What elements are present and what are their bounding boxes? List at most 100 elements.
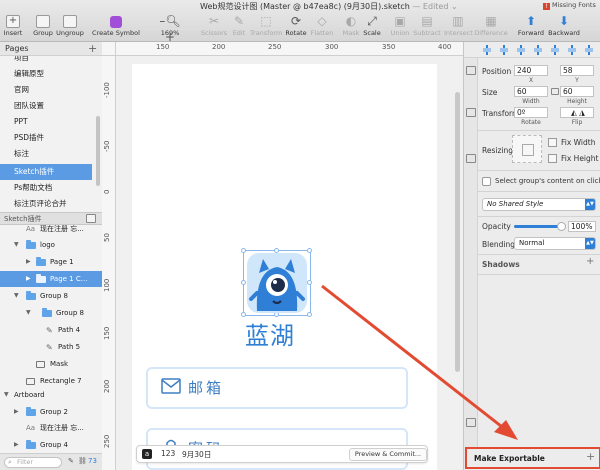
align-left-icon[interactable]	[482, 45, 492, 55]
layer-row[interactable]: ▼ Artboard	[0, 387, 102, 403]
distribute-icon[interactable]	[584, 45, 594, 55]
fix-width-icon[interactable]	[548, 138, 557, 147]
opacity-field[interactable]: 100%	[568, 221, 596, 232]
shared-style-select[interactable]: No Shared Style ▲▼	[482, 198, 596, 211]
fix-height-label[interactable]: Fix Height	[561, 154, 598, 163]
disclosure-down-icon[interactable]: ▼	[26, 305, 31, 321]
add-export-button[interactable]: +	[586, 450, 595, 463]
y-field[interactable]: 58	[560, 65, 594, 76]
layer-row[interactable]: ▼ logo	[0, 237, 102, 253]
page-item[interactable]: 团队设置	[0, 98, 92, 114]
edit-button[interactable]: ✎ Edit	[230, 13, 248, 41]
disclosure-down-icon[interactable]: ▼	[4, 387, 9, 403]
canvas-vertical-scrollbar[interactable]	[455, 82, 460, 382]
layer-row[interactable]: ▼ Group 8	[0, 305, 102, 321]
layer-row-selected[interactable]: ▶ Page 1 C...	[0, 271, 102, 287]
zoom-control[interactable]: –🔍︎+ 169%	[157, 13, 183, 44]
disclosure-down-icon[interactable]: ▼	[14, 237, 19, 253]
lock-ratio-icon[interactable]	[551, 88, 559, 95]
intersect-button[interactable]: ▥ Intersect	[444, 13, 473, 41]
blending-select[interactable]: Normal ▲▼	[514, 237, 596, 250]
align-top-icon[interactable]	[533, 45, 543, 55]
align-right-icon[interactable]	[516, 45, 526, 55]
rotate-field[interactable]: 0º	[514, 107, 548, 118]
select-group-content-label[interactable]: Select group's content on click	[495, 177, 600, 185]
add-page-button[interactable]: +	[88, 42, 97, 55]
ruler-horizontal[interactable]: 150 200 250 300 350 400	[116, 42, 463, 56]
align-bottom-icon[interactable]	[567, 45, 577, 55]
resizing-control[interactable]	[512, 135, 542, 163]
disclosure-right-icon[interactable]: ▶	[14, 437, 19, 453]
flip-buttons[interactable]: ◭ ◮	[560, 107, 594, 118]
rotate-button[interactable]: ⟳ Rotate	[285, 13, 307, 41]
scrollbar-thumb[interactable]	[455, 92, 460, 372]
lanhu-monster-logo[interactable]	[245, 251, 309, 315]
create-symbol-button[interactable]: Create Symbol	[92, 13, 140, 41]
layer-row[interactable]: Aa 现在注册 忘...	[0, 420, 102, 436]
forward-button[interactable]: ⬆ Forward	[516, 13, 546, 41]
layer-row[interactable]: ▶ Page 1	[0, 254, 102, 270]
mail-icon	[161, 378, 181, 394]
filter-input[interactable]: ⌕ Filter	[4, 457, 62, 468]
disclosure-down-icon[interactable]: ▼	[14, 288, 19, 304]
page-item[interactable]: 项目	[0, 56, 92, 66]
insert-button[interactable]: + Insert	[2, 13, 24, 41]
canvas[interactable]: 150 200 250 300 350 400 -100 -50 0 50 10…	[102, 42, 463, 470]
collapse-pages-icon[interactable]	[86, 214, 96, 223]
edited-indicator[interactable]: — Edited ⌄	[410, 2, 457, 11]
layer-row[interactable]: Mask	[0, 356, 102, 372]
edit-layers-icon[interactable]: ✎	[68, 457, 74, 465]
select-group-content-checkbox[interactable]	[482, 177, 491, 186]
page-item[interactable]: 编辑原型	[0, 66, 92, 82]
align-middle-icon[interactable]	[550, 45, 560, 55]
info-icon[interactable]	[466, 418, 476, 427]
make-exportable-section[interactable]: Make Exportable +	[465, 447, 600, 469]
difference-button[interactable]: ▦ Difference	[474, 13, 508, 41]
page-item[interactable]: PPT	[0, 114, 92, 130]
preview-commit-button[interactable]: Preview & Commit...	[349, 448, 427, 461]
fix-height-icon[interactable]	[548, 154, 557, 163]
union-button[interactable]: ▣ Union	[390, 13, 410, 41]
align-center-icon[interactable]	[499, 45, 509, 55]
page-item-selected[interactable]: Sketch插件	[0, 164, 92, 180]
pages-scrollbar[interactable]	[96, 116, 100, 186]
layer-row[interactable]: ▶ Group 2	[0, 404, 102, 420]
page-item[interactable]: 官网	[0, 82, 92, 98]
size-icon[interactable]	[466, 108, 476, 117]
artboard-icon[interactable]	[466, 66, 476, 75]
grid-icon[interactable]	[466, 154, 476, 163]
backward-button[interactable]: ⬇ Backward	[547, 13, 581, 41]
scale-button[interactable]: ⤢ Scale	[363, 13, 381, 41]
layer-row[interactable]: Aa 现在注册 忘...	[0, 225, 102, 237]
layer-row[interactable]: ✎ Path 5	[0, 339, 102, 355]
page-item[interactable]: Ps帮助文档	[0, 180, 92, 196]
ungroup-button[interactable]: Ungroup	[56, 13, 84, 41]
height-field[interactable]: 60	[560, 86, 594, 97]
slider-knob[interactable]	[557, 222, 566, 231]
email-field[interactable]: 邮箱	[146, 367, 408, 409]
mask-button[interactable]: ◐ Mask	[342, 13, 360, 41]
page-item[interactable]: 标注页评论合并	[0, 196, 92, 212]
disclosure-right-icon[interactable]: ▶	[26, 271, 31, 287]
layer-link-icon[interactable]: ⛓	[78, 457, 87, 465]
fix-width-label[interactable]: Fix Width	[561, 138, 595, 147]
ruler-vertical[interactable]: -100 -50 0 50 100 150 200 250	[102, 56, 116, 470]
layer-row[interactable]: ✎ Path 4	[0, 322, 102, 338]
scissors-button[interactable]: ✂ Scissors	[200, 13, 228, 41]
disclosure-right-icon[interactable]: ▶	[26, 254, 31, 270]
width-field[interactable]: 60	[514, 86, 548, 97]
disclosure-right-icon[interactable]: ▶	[14, 404, 19, 420]
add-shadow-button[interactable]: +	[586, 256, 594, 267]
x-field[interactable]: 240	[514, 65, 548, 76]
page-item[interactable]: 标注	[0, 146, 92, 162]
opacity-slider[interactable]	[514, 222, 566, 231]
group-button[interactable]: Group	[30, 13, 56, 41]
plugin-icon[interactable]: a	[142, 449, 152, 459]
page-item[interactable]: PSD插件	[0, 130, 92, 146]
missing-fonts-button[interactable]: ! Missing Fonts	[543, 1, 600, 12]
layer-row[interactable]: ▼ Group 8	[0, 288, 102, 304]
subtract-button[interactable]: ▤ Subtract	[413, 13, 441, 41]
layer-row[interactable]: ▶ Group 4	[0, 437, 102, 453]
transform-button[interactable]: ⬚ Transform	[250, 13, 282, 41]
flatten-button[interactable]: ◇ Flatten	[310, 13, 334, 41]
